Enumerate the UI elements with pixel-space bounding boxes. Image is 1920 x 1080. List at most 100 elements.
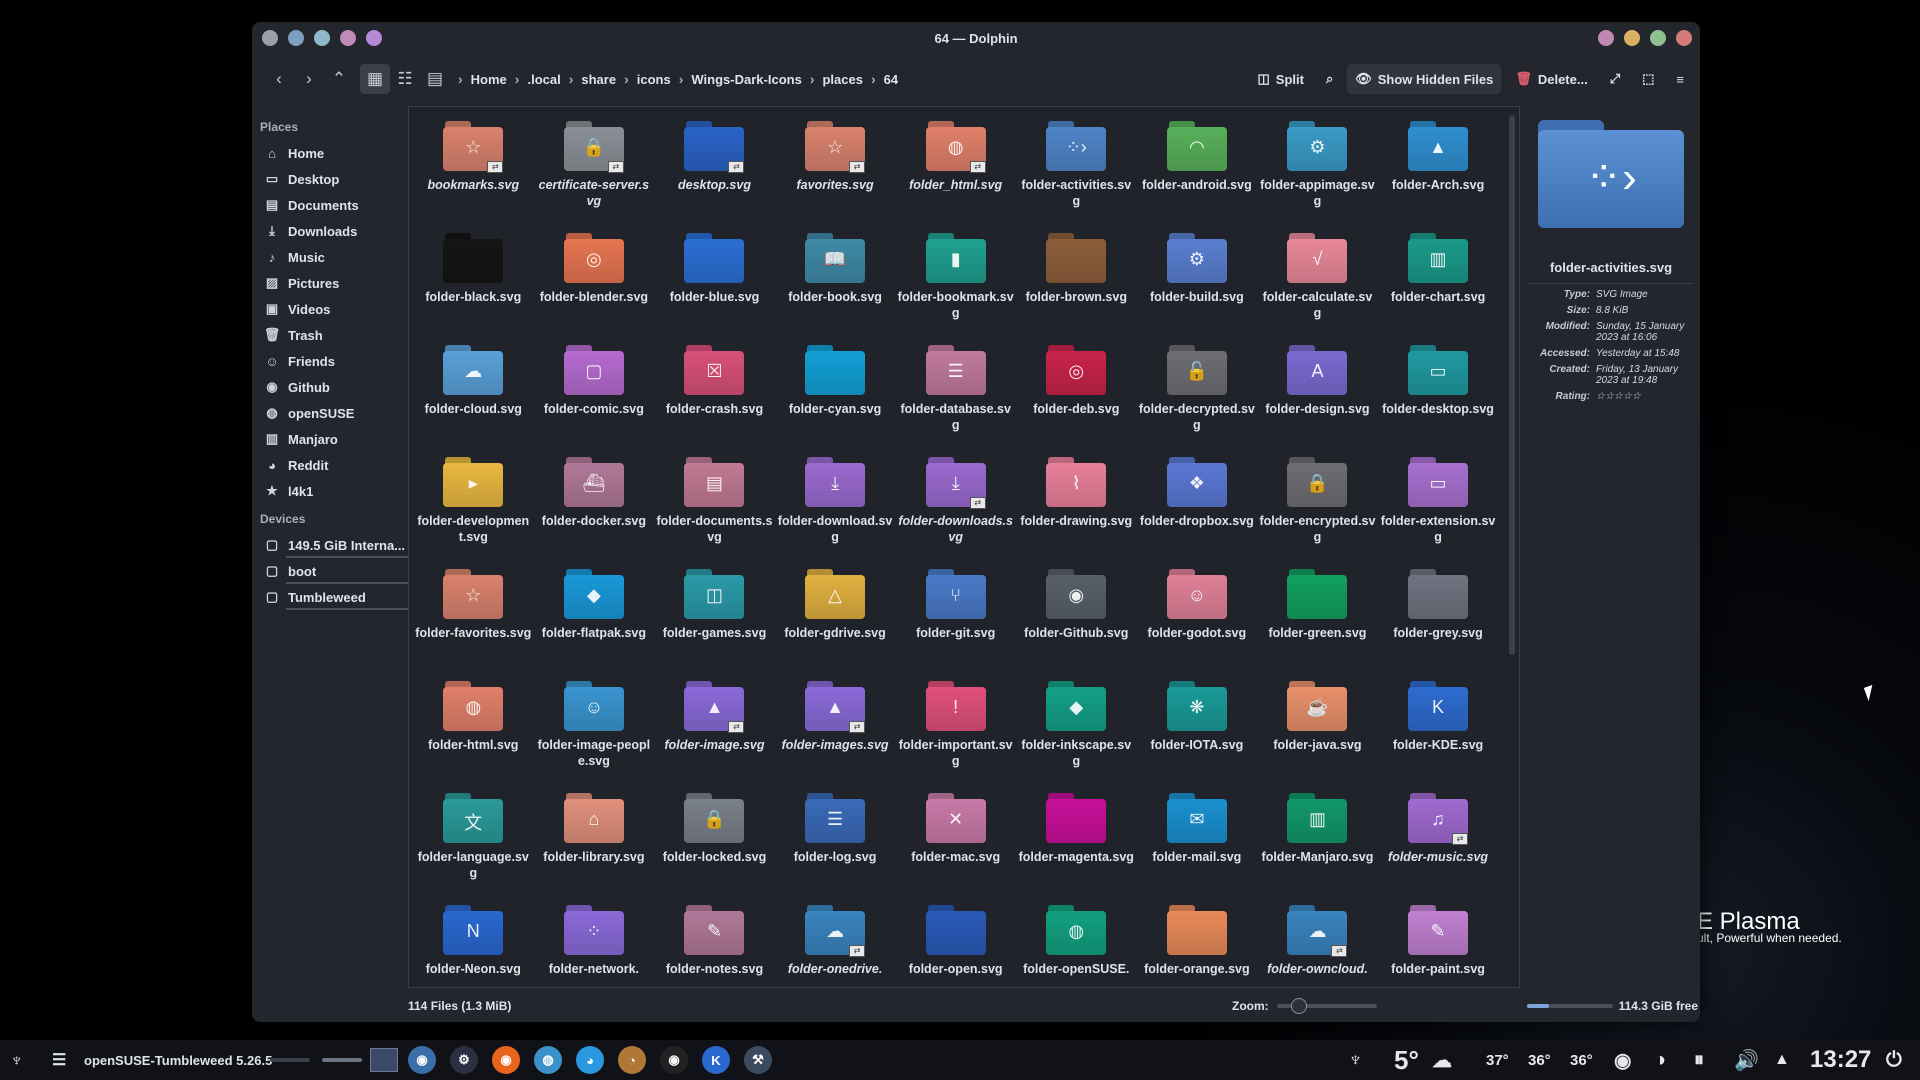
file-item[interactable]: ☆ ⇄ bookmarks.svg [413,117,534,229]
compact-view-icon[interactable]: ☷ [390,64,420,94]
split-button[interactable]: ◫ Split [1249,64,1311,94]
file-item[interactable]: ✎ folder-notes.svg [654,901,775,987]
title-bar[interactable]: 64 — Dolphin [252,22,1700,55]
search-icon[interactable]: ⌕ [1318,64,1341,94]
up-icon[interactable]: ⌃ [324,64,354,94]
file-item[interactable]: ◫ folder-games.svg [654,565,775,677]
delete-button[interactable]: 🗑 Delete... [1507,64,1595,94]
file-item[interactable]: ☁ folder-cloud.svg [413,341,534,453]
breadcrumb-item[interactable]: icons [629,72,679,87]
file-item[interactable]: ▮ folder-bookmark.svg [895,229,1016,341]
file-item[interactable]: √ folder-calculate.svg [1257,229,1378,341]
kde-app-icon[interactable]: K [702,1046,730,1074]
file-item[interactable]: ☁ ⇄ folder-owncloud. [1257,901,1378,987]
sidebar-item-l4k1[interactable]: ★ l4k1 [260,478,410,504]
breadcrumb-item[interactable]: Wings-Dark-Icons [683,72,809,87]
file-item[interactable]: ⇄ desktop.svg [654,117,775,229]
sidebar-item-pictures[interactable]: ▨ Pictures [260,270,410,296]
file-item[interactable]: 🔒 folder-locked.svg [654,789,775,901]
clock[interactable]: 13:27 [1810,1040,1871,1080]
file-item[interactable]: ❋ folder-IOTA.svg [1137,677,1258,789]
file-item[interactable]: 🔓 folder-decrypted.svg [1137,341,1258,453]
file-item[interactable]: folder-open.svg [895,901,1016,987]
task-title[interactable]: openSUSE-Tumbleweed 5.26.5 [84,1040,272,1080]
file-item[interactable]: folder-grey.svg [1378,565,1499,677]
file-item[interactable]: ◆ folder-flatpak.svg [534,565,655,677]
file-item[interactable]: ◆ folder-inkscape.svg [1016,677,1137,789]
sidebar-item-github[interactable]: ◉ Github [260,374,410,400]
maximize-button[interactable] [1624,30,1640,46]
pause-icon[interactable]: ⏸ [1694,1040,1704,1080]
file-item[interactable]: ▲ ⇄ folder-images.svg [775,677,896,789]
file-item[interactable]: ✎ folder-paint.svg [1378,901,1499,987]
select-icon[interactable]: ⬚ [1634,64,1662,94]
file-item[interactable]: 🔒 folder-encrypted.svg [1257,453,1378,565]
file-view[interactable]: ☆ ⇄ bookmarks.svg 🔒 ⇄ certificate-server.svg ⇄… [408,106,1520,988]
power-icon[interactable]: ⏻ [1886,1040,1902,1080]
cpu-temperature[interactable]: 37° [1486,1040,1509,1080]
file-item[interactable]: ◎ folder-deb.svg [1016,341,1137,453]
breadcrumb-item[interactable]: share [573,72,624,87]
show-hidden-files-button[interactable]: 👁 Show Hidden Files [1347,64,1502,94]
network-icon[interactable]: ♆ [1348,1040,1363,1080]
sidebar-item-tumbleweed[interactable]: ▢ Tumbleweed [260,584,410,610]
file-item[interactable]: ⌂ folder-library.svg [534,789,655,901]
github-app-icon[interactable]: ◉ [660,1046,688,1074]
expand-icon[interactable]: ⤢ [1602,64,1628,94]
file-item[interactable]: folder-brown.svg [1016,229,1137,341]
file-item[interactable]: ☒ folder-crash.svg [654,341,775,453]
dolphin-app-icon[interactable]: ◉ [408,1046,436,1074]
file-item[interactable]: ✉ folder-mail.svg [1137,789,1258,901]
virtual-desktop[interactable] [370,1048,398,1072]
file-item[interactable]: △ folder-gdrive.svg [775,565,896,677]
sidebar-item-music[interactable]: ♪ Music [260,244,410,270]
pager-slider-2[interactable] [322,1058,362,1062]
tray-expand-icon[interactable]: ▲ [1774,1040,1790,1080]
file-item[interactable]: ◍ folder-html.svg [413,677,534,789]
file-item[interactable]: ☺ folder-image-people.svg [534,677,655,789]
zoom-handle[interactable] [1290,998,1307,1014]
file-item[interactable]: folder-blue.svg [654,229,775,341]
file-item[interactable]: ☁ ⇄ folder-onedrive. [775,901,896,987]
file-item[interactable]: ◠ folder-android.svg [1137,117,1258,229]
file-item[interactable]: ▥ folder-Manjaro.svg [1257,789,1378,901]
file-item[interactable]: ◍ ⇄ folder_html.svg [895,117,1016,229]
file-item[interactable]: ▲ ⇄ folder-image.svg [654,677,775,789]
gimp-app-icon[interactable]: ◔ [618,1046,646,1074]
volume-icon[interactable]: 🔊 [1734,1040,1759,1080]
file-item[interactable]: ♫ ⇄ folder-music.svg [1378,789,1499,901]
sidebar-item-documents[interactable]: ▤ Documents [260,192,410,218]
sidebar-item-videos[interactable]: ▣ Videos [260,296,410,322]
file-item[interactable]: ▭ folder-extension.svg [1378,453,1499,565]
weather-temp[interactable]: 5° [1394,1040,1419,1080]
system-app-icon[interactable]: ⚒ [744,1046,772,1074]
settings-app-icon[interactable]: ⚙ [450,1046,478,1074]
sidebar-item-manjaro[interactable]: ▥ Manjaro [260,426,410,452]
file-item[interactable]: ◎ folder-blender.svg [534,229,655,341]
file-item[interactable]: 文 folder-language.svg [413,789,534,901]
file-item[interactable]: ⁘ folder-network. [534,901,655,987]
file-item[interactable]: folder-magenta.svg [1016,789,1137,901]
sidebar-item-desktop[interactable]: ▭ Desktop [260,166,410,192]
discover-app-icon[interactable]: ◕ [576,1046,604,1074]
file-item[interactable]: ! folder-important.svg [895,677,1016,789]
file-item[interactable]: ⛴ folder-docker.svg [534,453,655,565]
minimize-button[interactable] [1598,30,1614,46]
file-item[interactable]: ⁘› folder-activities.svg [1016,117,1137,229]
sidebar-item-friends[interactable]: ☺ Friends [260,348,410,374]
file-item[interactable]: Nfolder-Neon.svg [413,901,534,987]
file-item[interactable]: ▲ folder-Arch.svg [1378,117,1499,229]
file-item[interactable]: ❖ folder-dropbox.svg [1137,453,1258,565]
file-item[interactable]: ☆ folder-favorites.svg [413,565,534,677]
back-icon[interactable]: ‹ [264,64,294,94]
browser-app-icon[interactable]: ◍ [534,1046,562,1074]
file-item[interactable]: ⚙ folder-build.svg [1137,229,1258,341]
file-item[interactable]: ☆ ⇄ favorites.svg [775,117,896,229]
breadcrumb-item[interactable]: Home [463,72,515,87]
file-item[interactable]: ✕ folder-mac.svg [895,789,1016,901]
sidebar-item-opensuse[interactable]: ◍ openSUSE [260,400,410,426]
file-item[interactable]: ▥ folder-chart.svg [1378,229,1499,341]
scrollbar[interactable] [1509,115,1515,655]
file-item[interactable]: folder-green.svg [1257,565,1378,677]
file-item[interactable]: ▢ folder-comic.svg [534,341,655,453]
